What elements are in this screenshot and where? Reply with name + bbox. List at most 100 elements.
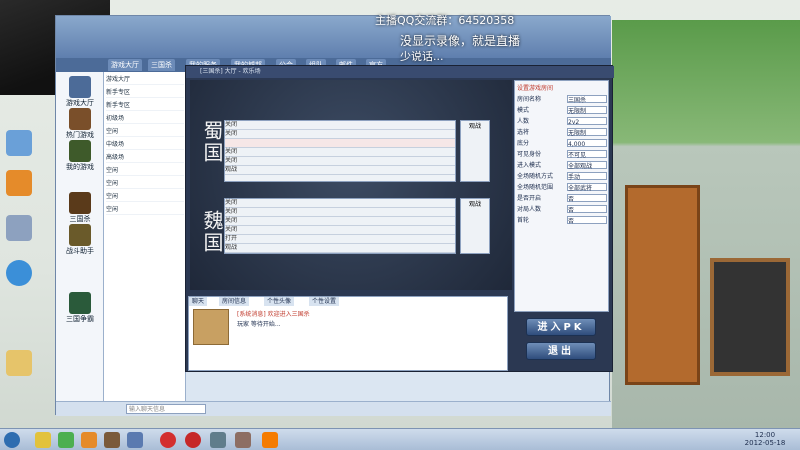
settings-title: 设置游戏房间 (517, 85, 554, 92)
table-row[interactable]: 关闭 (225, 226, 455, 235)
music-icon[interactable] (185, 432, 201, 448)
list-item[interactable]: 初级场 (106, 113, 184, 124)
app-icon[interactable] (104, 432, 120, 448)
setting-row: 是否开启否 (517, 194, 607, 204)
list-item[interactable]: 中级场 (106, 139, 184, 150)
list-item[interactable]: 高级场 (106, 152, 184, 163)
team-side-bottom: 观战 (460, 198, 490, 254)
setting-row: 全场随机方式 手动 (517, 172, 607, 182)
table-row[interactable]: 打开 (225, 235, 455, 244)
tab-avatar[interactable]: 个性头像 (264, 297, 295, 306)
chat-icon[interactable] (58, 432, 74, 448)
game-thumb-icon (69, 224, 91, 246)
table-row[interactable] (225, 139, 455, 148)
setting-row: 进入模式 全部观战 (517, 161, 607, 171)
list-item[interactable]: 游戏大厅 (106, 74, 184, 85)
table-row[interactable]: 观战 (225, 244, 455, 253)
chalkboard-sign (710, 258, 790, 376)
game-board: 蜀国 魏国 关闭 关闭 关闭 关闭 观战 观战 关闭 关闭 关闭 关闭 打开 观… (190, 80, 512, 290)
table-row[interactable]: 观战 (225, 166, 455, 175)
hall-bottom-bar: 输入聊天信息 (56, 401, 611, 416)
setting-select[interactable]: 全部武将 (567, 183, 607, 192)
setting-row: 首轮否 (517, 216, 607, 226)
table-row[interactable]: 关闭 (225, 199, 455, 208)
faction-shu: 蜀国 (200, 120, 224, 164)
clock[interactable]: 12:00 2012-05-18 (735, 431, 795, 447)
setting-row: 人数 2v2 (517, 117, 607, 127)
tab-settings[interactable]: 个性设置 (309, 297, 340, 306)
sanguosha-game-window: [三国杀] 大厅 - 欢乐场 蜀国 魏国 关闭 关闭 关闭 关闭 观战 观战 关… (185, 65, 614, 372)
tab-sanguosha[interactable]: 三国杀 (148, 59, 175, 71)
list-item[interactable]: 空闲 (106, 178, 184, 189)
recording-notice-2: 少说话... (400, 50, 444, 63)
setting-row: 模式 无限制 (517, 106, 607, 116)
setting-select[interactable]: 不可见 (567, 150, 607, 159)
setting-row: 选将 无限制 (517, 128, 607, 138)
setting-select[interactable]: 4,000 (567, 139, 607, 148)
table-row[interactable]: 关闭 (225, 130, 455, 139)
table-row[interactable]: 关闭 (225, 121, 455, 130)
table-row[interactable]: 关闭 (225, 217, 455, 226)
desktop-icon-computer[interactable] (6, 130, 32, 156)
table-row[interactable]: 关闭 (225, 157, 455, 166)
internet-explorer-icon (6, 260, 32, 286)
tab-chat[interactable]: 聊天 (189, 297, 208, 306)
qq-icon[interactable] (35, 432, 51, 448)
list-item[interactable]: 空闲 (106, 165, 184, 176)
folder-icon (6, 350, 32, 376)
list-item[interactable]: 空闲 (106, 191, 184, 202)
setting-select[interactable]: 无限制 (567, 128, 607, 137)
app-icon[interactable] (210, 432, 226, 448)
computer-icon (6, 130, 32, 156)
game-thumb-icon (69, 292, 91, 314)
desktop-icon-ie[interactable] (6, 260, 32, 286)
setting-select[interactable]: 全部观战 (567, 161, 607, 170)
list-item[interactable]: 空闲 (106, 126, 184, 137)
desktop-icon-app[interactable] (6, 170, 32, 196)
team-table-bottom: 关闭 关闭 关闭 关闭 打开 观战 (224, 198, 456, 254)
game-window-title: [三国杀] 大厅 - 欢乐场 (186, 66, 614, 78)
watermark-text: 主播QQ交流群：64520358 (375, 14, 515, 27)
setting-select[interactable]: 否 (567, 216, 607, 225)
sidebar-item-zhengba[interactable]: 三国争霸 (60, 292, 100, 324)
app-icon[interactable] (262, 432, 278, 448)
wooden-door (625, 185, 700, 385)
game-thumb-icon (69, 140, 91, 162)
start-button-icon[interactable] (4, 432, 20, 448)
list-item[interactable]: 空闲 (106, 204, 184, 215)
setting-row: 底分 4,000 (517, 139, 607, 149)
table-row[interactable]: 关闭 (225, 148, 455, 157)
game-icon[interactable] (81, 432, 97, 448)
setting-select[interactable]: 三国杀 (567, 95, 607, 104)
setting-select[interactable]: 无限制 (567, 106, 607, 115)
setting-select[interactable]: 否 (567, 205, 607, 214)
sidebar-item-mygames[interactable]: 我的游戏 (60, 140, 100, 172)
avatar (193, 309, 229, 345)
record-icon[interactable] (160, 432, 176, 448)
setting-select[interactable]: 2v2 (567, 117, 607, 126)
setting-row: 房间名称 三国杀 (517, 95, 607, 105)
team-table-top: 关闭 关闭 关闭 关闭 观战 (224, 120, 456, 182)
exit-button[interactable]: 退出 (526, 342, 596, 360)
app-icon[interactable] (127, 432, 143, 448)
tab-room-info[interactable]: 房间信息 (219, 297, 250, 306)
setting-select[interactable]: 否 (567, 194, 607, 203)
app-icon[interactable] (235, 432, 251, 448)
sidebar-item-battle[interactable]: 战斗助手 (60, 224, 100, 256)
enter-pk-button[interactable]: 进入PK (526, 318, 596, 336)
hall-sidebar: 游戏大厅 热门游戏 我的游戏 三国杀 战斗助手 三国争霸 (56, 72, 104, 402)
setting-row: 可见身份 不可见 (517, 150, 607, 160)
tab-hall[interactable]: 游戏大厅 (108, 59, 142, 71)
desktop-icon-folder[interactable] (6, 350, 32, 376)
sidebar-item-hot[interactable]: 热门游戏 (60, 108, 100, 140)
table-row[interactable]: 关闭 (225, 208, 455, 217)
list-item[interactable]: 新手专区 (106, 87, 184, 98)
list-item[interactable]: 新手专区 (106, 100, 184, 111)
setting-select[interactable]: 手动 (567, 172, 607, 181)
sidebar-item-hall[interactable]: 游戏大厅 (60, 76, 100, 108)
sidebar-item-sanguosha[interactable]: 三国杀 (60, 192, 100, 224)
desktop-icon-settings[interactable] (6, 215, 32, 241)
chat-input[interactable]: 输入聊天信息 (126, 404, 206, 414)
chat-line: 玩家 等待开始... (237, 321, 281, 328)
game-thumb-icon (69, 108, 91, 130)
